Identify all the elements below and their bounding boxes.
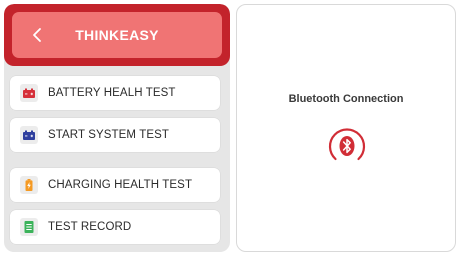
battery-icon [20,126,38,144]
document-icon [20,218,38,236]
bluetooth-icon[interactable] [323,122,371,170]
menu-item-label: BATTERY HEALH TEST [48,87,176,99]
menu-panel: THINKEASY BATTERY HEALH TEST START SYSTE… [4,4,230,252]
menu-item-test-record[interactable]: TEST RECORD [10,210,220,244]
menu-item-charging-health-test[interactable]: CHARGING HEALTH TEST [10,168,220,202]
app-title: THINKEASY [75,27,159,43]
bluetooth-connection-title: Bluetooth Connection [288,93,404,105]
app-screen: THINKEASY BATTERY HEALH TEST START SYSTE… [0,0,458,254]
battery-icon [20,84,38,102]
app-header: THINKEASY [4,4,230,66]
menu-item-start-system-test[interactable]: START SYSTEM TEST [10,118,220,152]
menu-item-battery-health-test[interactable]: BATTERY HEALH TEST [10,76,220,110]
charging-battery-icon [20,176,38,194]
menu-item-label: TEST RECORD [48,221,132,233]
menu-item-label: CHARGING HEALTH TEST [48,179,193,191]
menu-item-label: START SYSTEM TEST [48,129,169,141]
bluetooth-panel: Bluetooth Connection [236,4,456,252]
header-bar: THINKEASY [12,12,222,58]
